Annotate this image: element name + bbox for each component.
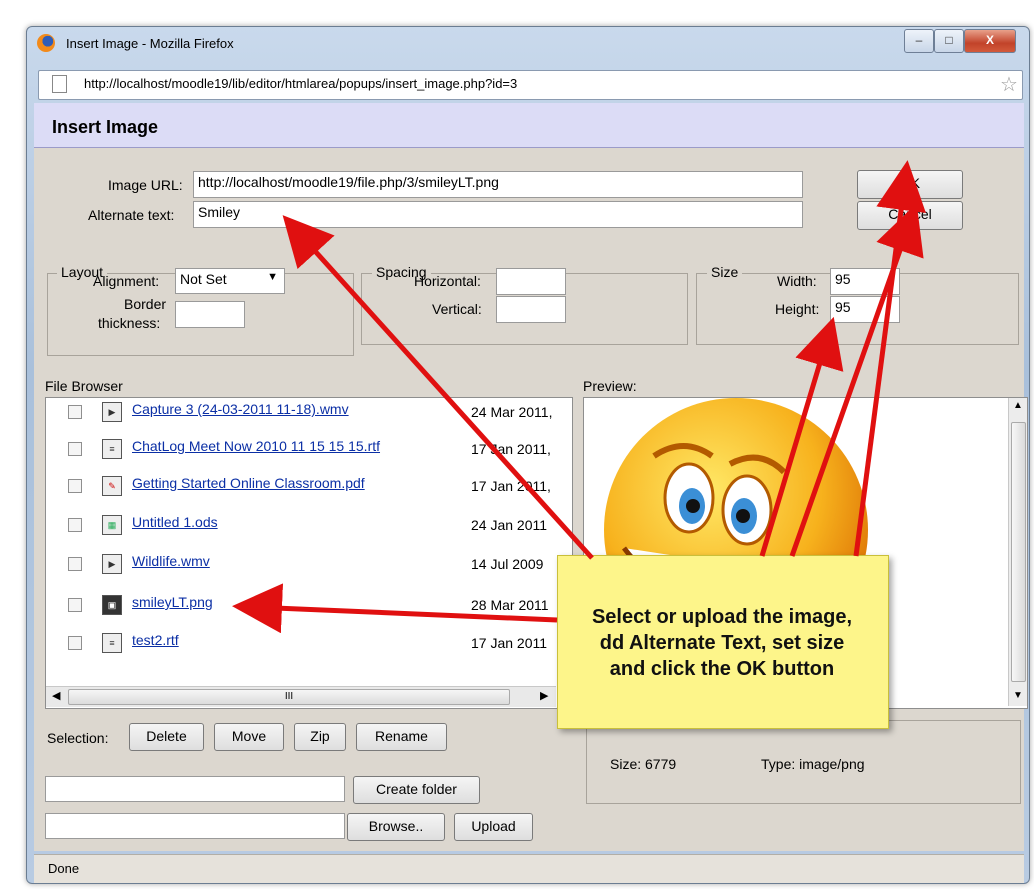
arrow-to-file [232, 583, 558, 634]
arrow-to-alt-text [282, 215, 594, 560]
arrow-to-ok-2 [853, 160, 926, 557]
arrow-to-size [759, 316, 844, 557]
annotation-arrows [232, 160, 926, 634]
